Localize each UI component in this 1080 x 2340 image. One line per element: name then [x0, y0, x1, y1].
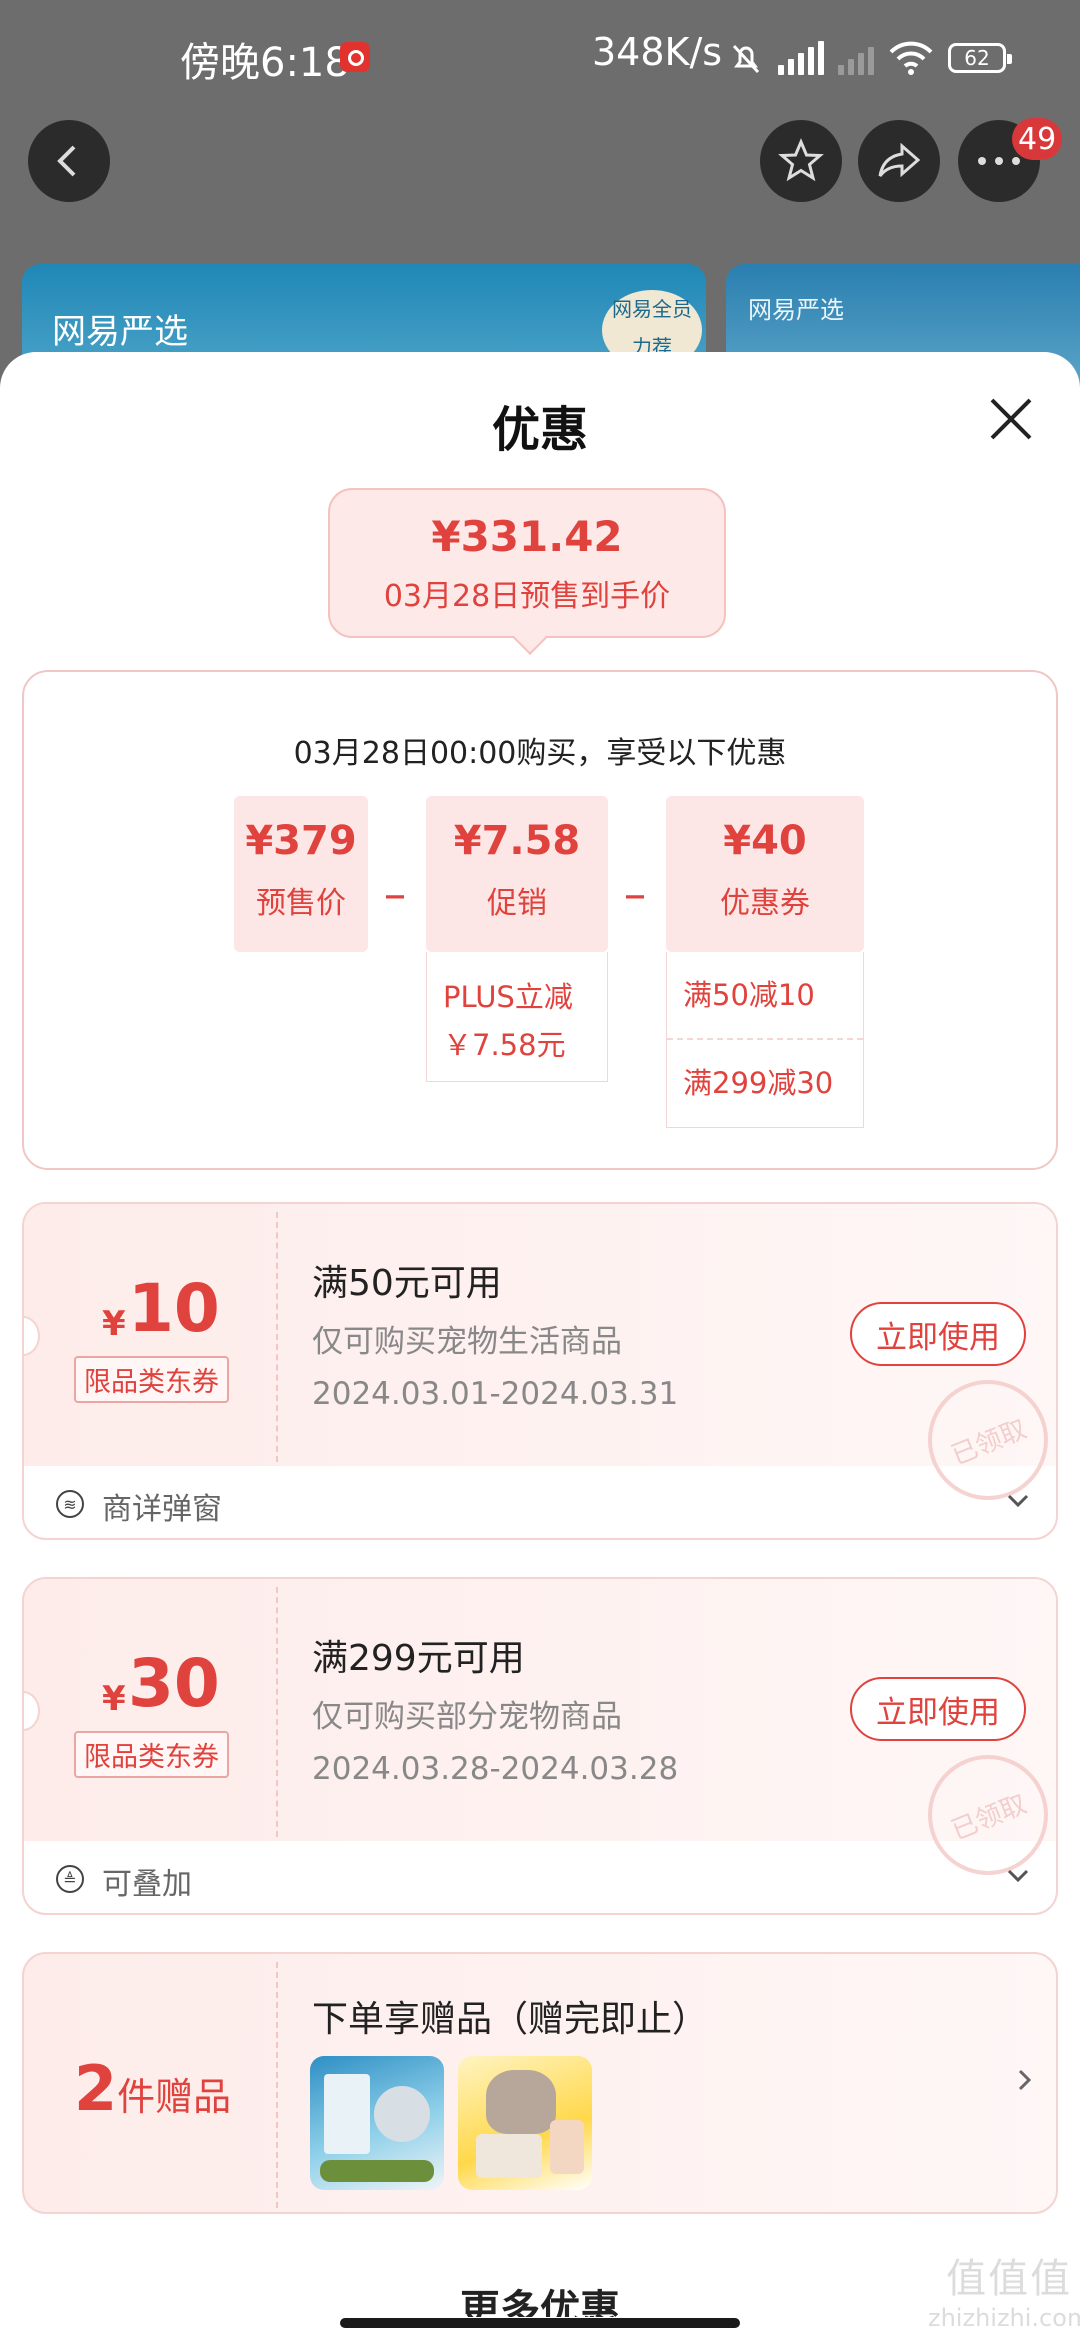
sheet-title: 优惠 — [491, 402, 588, 458]
watermark-url: zhizhizhi.com — [928, 2304, 1080, 2332]
gift-count-number: 2 — [74, 2052, 118, 2125]
close-icon[interactable] — [984, 392, 1038, 446]
coupon-validity: 2024.03.28-2024.03.28 — [312, 1751, 679, 1787]
gift-count-unit: 件赠品 — [117, 2075, 232, 2119]
share-button[interactable] — [858, 120, 940, 202]
coupon-total-value: ¥40 — [723, 818, 807, 864]
coupon-type-tag: 限品类东券 — [74, 1731, 229, 1778]
battery-icon: 62 — [948, 43, 1012, 73]
promo-box: ¥7.58 促销 — [426, 796, 608, 952]
final-price-bubble: ¥331.42 03月28日预售到手价 — [328, 488, 726, 638]
netease-notification-icon — [340, 42, 370, 72]
coupon-detail-line2: 满299减30 — [667, 1038, 863, 1126]
coupon-footer-text: 可叠加 — [102, 1867, 192, 1902]
banner-brand: 网易严选 — [52, 312, 188, 352]
minus-sign: _ — [386, 858, 404, 899]
final-price-caption: 03月28日预售到手价 — [383, 579, 671, 614]
discount-sheet: 优惠 ¥331.42 03月28日预售到手价 03月28日00:00购买，享受以… — [0, 352, 1080, 2340]
gift-card[interactable]: 2件赠品 下单享赠品（赠完即止） — [22, 1952, 1058, 2214]
favorite-button[interactable] — [760, 120, 842, 202]
price-breakdown: 03月28日00:00购买，享受以下优惠 ¥379 预售价 _ ¥7.58 促销… — [22, 670, 1058, 1170]
stackable-icon: ≜ — [56, 1865, 84, 1893]
coupon-footer[interactable]: ≜ 可叠加 — [24, 1841, 1056, 1913]
chevron-right-icon[interactable] — [1010, 2066, 1038, 2094]
coupon-scope: 仅可购买宠物生活商品 — [312, 1324, 622, 1360]
coupon-detail-line1: 满50减10 — [683, 978, 815, 1012]
popup-icon: ≋ — [56, 1490, 84, 1518]
gift-image-cat-can[interactable] — [458, 2056, 592, 2190]
network-speed: 348K/s — [592, 30, 723, 74]
signal-strength-icon — [778, 41, 824, 75]
status-time: 傍晚6:18 — [180, 40, 350, 86]
use-now-button[interactable]: 立即使用 — [850, 1677, 1026, 1741]
presale-price-box: ¥379 预售价 — [234, 796, 368, 952]
status-icons: 62 — [728, 38, 1012, 78]
coupon-footer-text: 商详弹窗 — [102, 1492, 222, 1527]
promo-value: ¥7.58 — [453, 818, 581, 864]
coupon-amount: 30 — [128, 1645, 220, 1722]
ticket-notch — [24, 1316, 40, 1356]
promo-detail-line2: ￥7.58元 — [443, 1028, 566, 1062]
coupon-card: ¥ 10 限品类东券 满50元可用 仅可购买宠物生活商品 2024.03.01-… — [22, 1202, 1058, 1540]
presale-value: ¥379 — [245, 818, 357, 864]
coupon-validity: 2024.03.01-2024.03.31 — [312, 1376, 679, 1412]
promo-label: 促销 — [487, 886, 547, 921]
use-now-button[interactable]: 立即使用 — [850, 1302, 1026, 1366]
star-icon — [778, 138, 824, 182]
mute-bell-icon — [732, 44, 760, 74]
gift-title: 下单享赠品（赠完即止） — [312, 1999, 709, 2040]
chevron-left-icon — [57, 145, 76, 177]
coupon-total-label: 优惠券 — [720, 886, 810, 921]
coupon-footer[interactable]: ≋ 商详弹窗 — [24, 1466, 1056, 1538]
breakdown-headline: 03月28日00:00购买，享受以下优惠 — [293, 736, 787, 771]
watermark-mark: 值值值 — [946, 2256, 1073, 2302]
wifi-icon — [889, 41, 933, 75]
home-indicator[interactable] — [340, 2318, 740, 2328]
gift-count: 2件赠品 — [74, 2052, 231, 2125]
battery-level: 62 — [964, 46, 990, 70]
promo-detail-line1: PLUS立减 — [443, 980, 573, 1014]
chevron-down-icon[interactable] — [1004, 1486, 1032, 1514]
coupon-type-tag: 限品类东券 — [74, 1356, 229, 1403]
final-price: ¥331.42 — [431, 512, 623, 561]
promo-detail: PLUS立减 ￥7.58元 — [426, 952, 608, 1082]
coupon-currency: ¥ — [102, 1304, 126, 1344]
site-watermark: 值值值 zhizhizhi.com — [928, 2246, 1080, 2332]
presale-label: 预售价 — [256, 886, 346, 921]
coupon-amount: 10 — [128, 1270, 220, 1347]
minus-sign-2: _ — [626, 858, 644, 899]
signal-strength-2-icon — [838, 41, 874, 75]
share-icon — [878, 142, 921, 178]
more-discounts-title: 更多优惠 — [460, 2287, 620, 2317]
ticket-notch — [24, 1691, 40, 1731]
coupon-condition: 满50元可用 — [312, 1263, 502, 1304]
chevron-down-icon[interactable] — [1004, 1861, 1032, 1889]
message-badge: 49 — [1012, 118, 1063, 160]
coupon-total-box: ¥40 优惠券 — [666, 796, 864, 952]
coupon-currency: ¥ — [102, 1679, 126, 1719]
banner-brand-2: 网易严选 — [748, 296, 844, 324]
status-bar: 傍晚6:18 348K/s 62 — [0, 0, 1080, 118]
more-dots-icon — [978, 157, 1020, 165]
coupon-card: ¥ 30 限品类东券 满299元可用 仅可购买部分宠物商品 2024.03.28… — [22, 1577, 1058, 1915]
coupon-scope: 仅可购买部分宠物商品 — [312, 1699, 622, 1735]
coupon-condition: 满299元可用 — [312, 1638, 525, 1679]
back-button[interactable] — [28, 120, 110, 202]
coupon-detail: 满50减10 满299减30 — [666, 952, 864, 1128]
gift-image-cat-food[interactable] — [310, 2056, 444, 2190]
